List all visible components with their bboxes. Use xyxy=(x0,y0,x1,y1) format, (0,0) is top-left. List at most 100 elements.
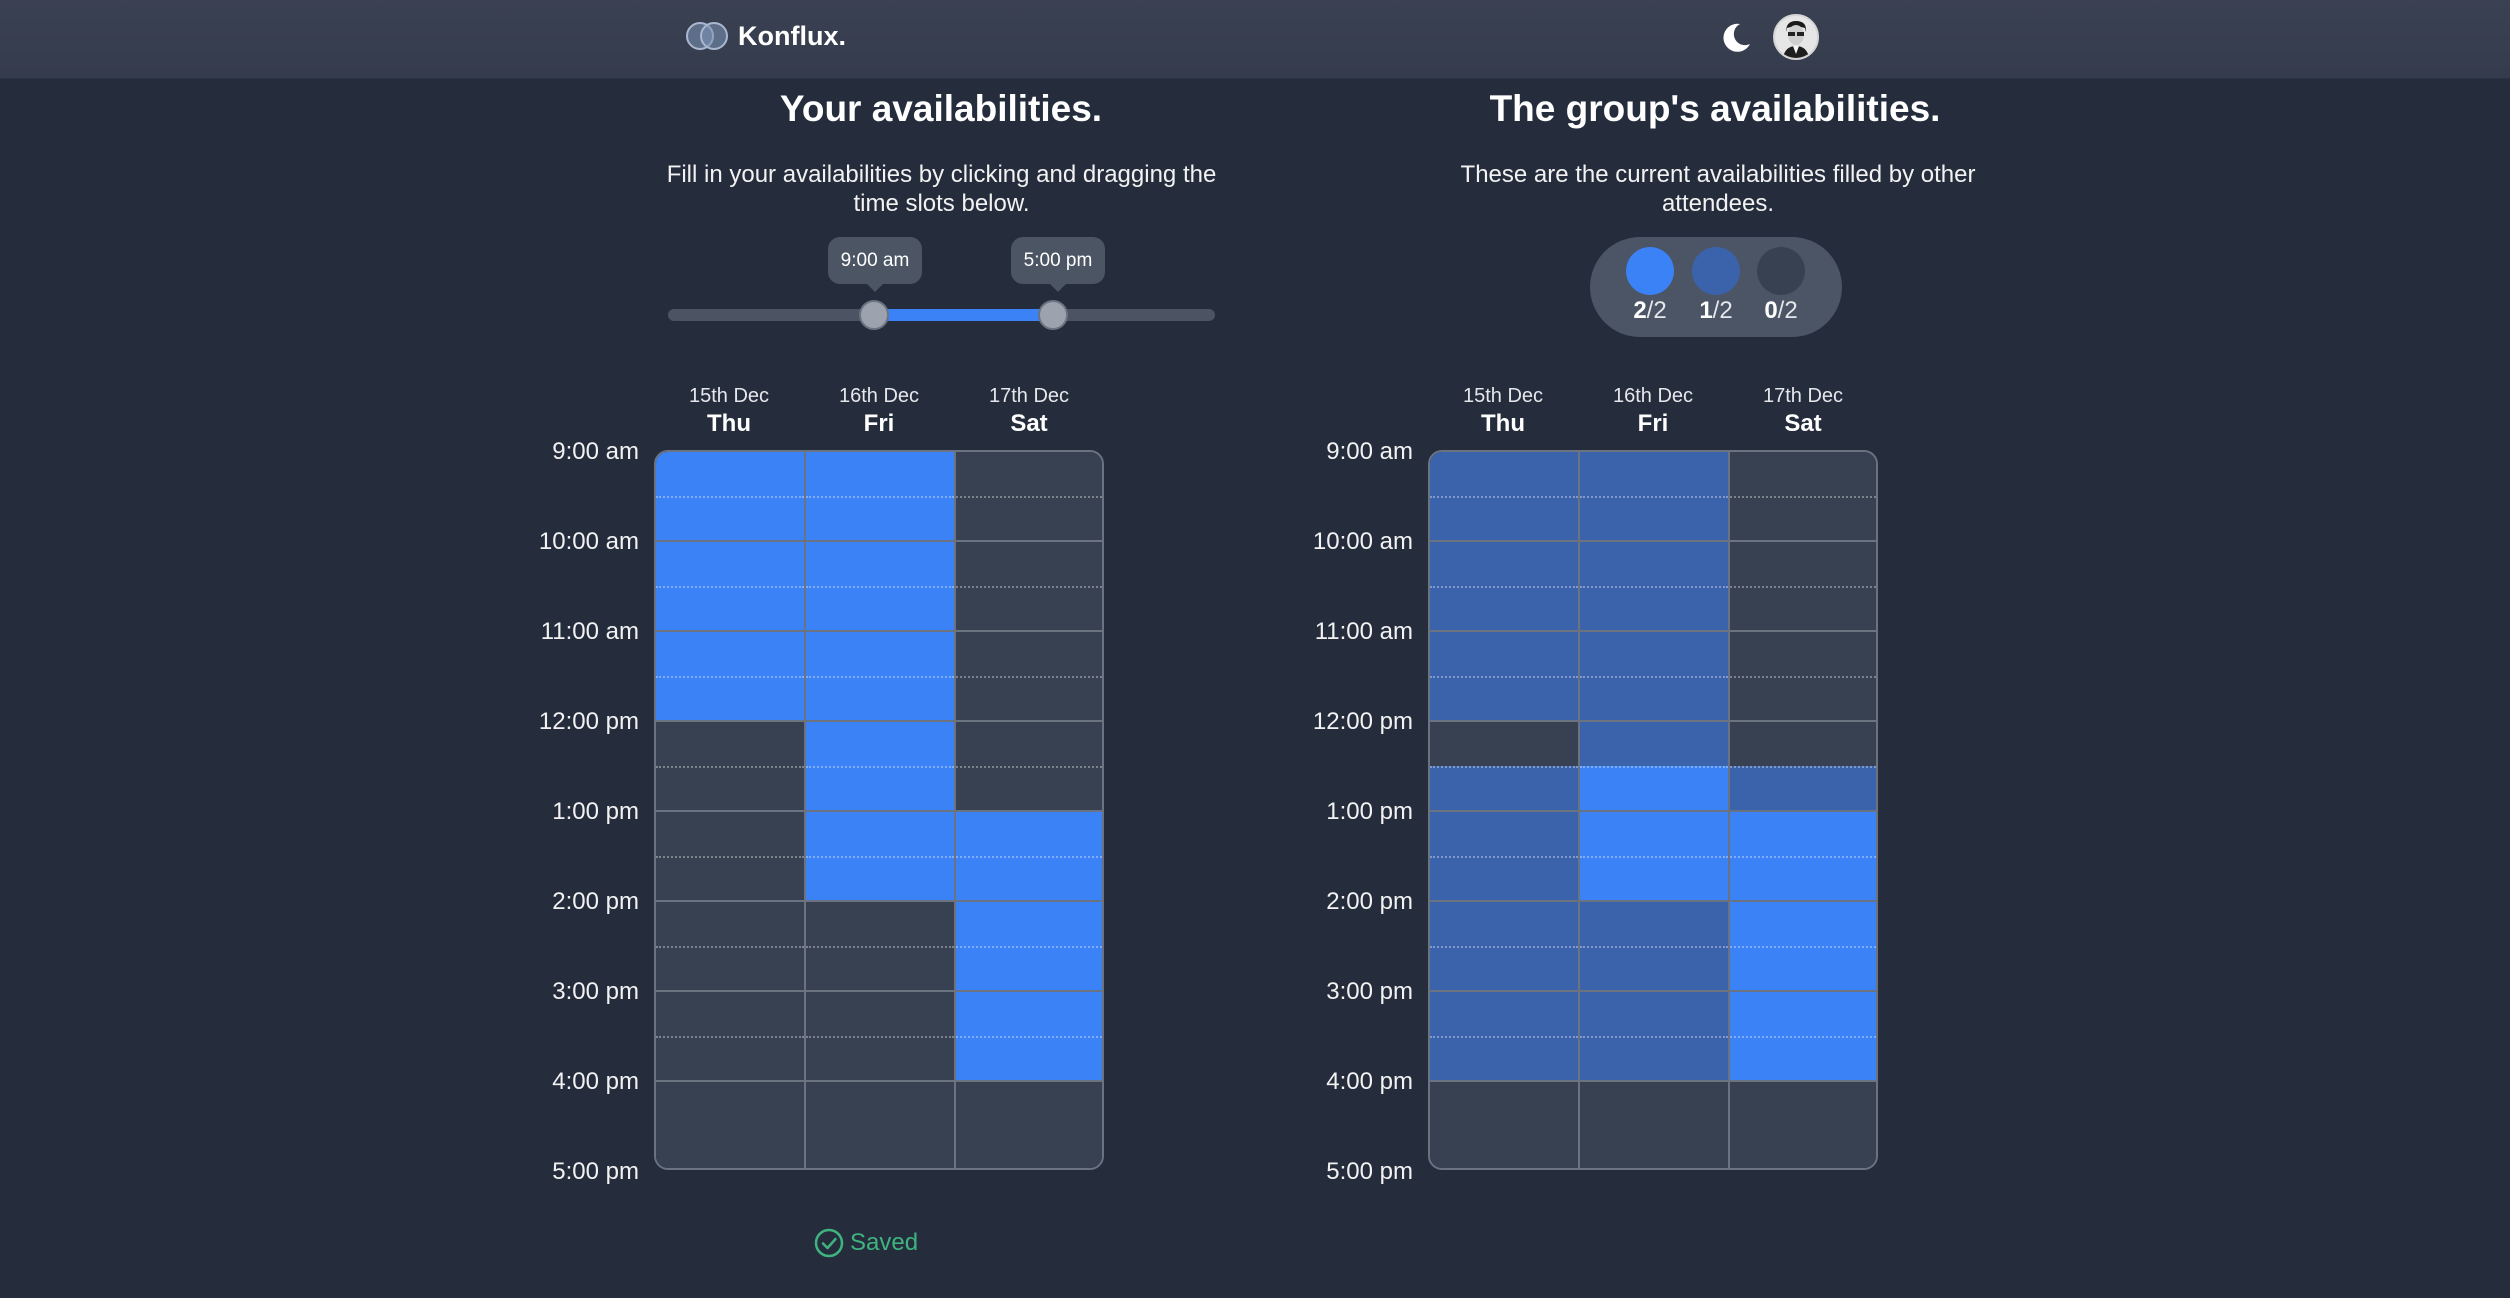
legend-label: 0/2 xyxy=(1764,297,1798,324)
slider-start-handle[interactable] xyxy=(859,300,889,330)
time-slot[interactable] xyxy=(956,1082,1102,1168)
dark-mode-toggle[interactable] xyxy=(1716,18,1756,58)
day-weekday: Sat xyxy=(1784,410,1822,437)
day-date: 15th Dec xyxy=(1462,385,1544,407)
legend-item-none: 0/2 xyxy=(1756,247,1806,325)
time-slot xyxy=(1730,992,1876,1082)
time-slot[interactable] xyxy=(956,812,1102,902)
time-label: 5:00 pm xyxy=(1326,1158,1413,1185)
time-slot[interactable] xyxy=(806,992,956,1082)
logo-icon xyxy=(686,22,728,50)
time-label: 3:00 pm xyxy=(552,978,639,1005)
time-slot[interactable] xyxy=(956,992,1102,1082)
grid-column-thu xyxy=(1430,452,1580,1168)
check-circle-icon xyxy=(814,1228,844,1258)
time-slot[interactable] xyxy=(956,632,1102,722)
group-availabilities-description: These are the current availabilities fil… xyxy=(1460,161,1976,217)
time-slot[interactable] xyxy=(806,1082,956,1168)
day-header-sat: 17th Dec Sat xyxy=(954,385,1104,438)
your-availabilities-title: Your availabilities. xyxy=(779,88,1103,129)
time-slot xyxy=(1730,632,1876,722)
day-date: 17th Dec xyxy=(1762,385,1844,407)
day-date: 16th Dec xyxy=(1612,385,1694,407)
moon-icon xyxy=(1723,23,1750,52)
time-label: 5:00 pm xyxy=(552,1158,639,1185)
time-slot xyxy=(1580,632,1730,722)
brand-logo[interactable]: Konflux. xyxy=(684,20,846,52)
time-slot[interactable] xyxy=(806,722,956,812)
time-label: 9:00 am xyxy=(552,438,639,465)
day-header-thu: 15th Dec Thu xyxy=(654,385,804,438)
time-range-slider[interactable] xyxy=(668,300,1215,330)
group-availability-grid xyxy=(1428,450,1878,1170)
user-avatar[interactable] xyxy=(1773,14,1819,60)
time-slot[interactable] xyxy=(656,632,806,722)
time-slot xyxy=(1430,722,1580,812)
time-slot[interactable] xyxy=(656,812,806,902)
time-label: 1:00 pm xyxy=(1326,798,1413,825)
time-slot[interactable] xyxy=(656,452,806,542)
your-availability-grid[interactable] xyxy=(654,450,1104,1170)
slider-end-handle[interactable] xyxy=(1038,300,1068,330)
time-label: 10:00 am xyxy=(1312,528,1413,555)
time-slot[interactable] xyxy=(656,1082,806,1168)
time-slot[interactable] xyxy=(656,902,806,992)
time-label: 3:00 pm xyxy=(1326,978,1413,1005)
time-slot[interactable] xyxy=(656,992,806,1082)
legend-swatch xyxy=(1692,247,1740,295)
day-weekday: Thu xyxy=(1481,410,1525,437)
grid-column-fri xyxy=(806,452,956,1168)
legend-label: 1/2 xyxy=(1699,297,1733,324)
time-label: 2:00 pm xyxy=(552,888,639,915)
time-slot[interactable] xyxy=(956,722,1102,812)
time-label: 4:00 pm xyxy=(1326,1068,1413,1095)
time-slot[interactable] xyxy=(656,542,806,632)
time-slot[interactable] xyxy=(956,902,1102,992)
time-slot[interactable] xyxy=(956,452,1102,542)
saved-label: Saved xyxy=(850,1229,919,1256)
legend-label: 2/2 xyxy=(1633,297,1667,324)
day-weekday: Fri xyxy=(1637,410,1669,437)
time-slot xyxy=(1580,1082,1730,1168)
time-slot[interactable] xyxy=(806,632,956,722)
legend-item-full: 2/2 xyxy=(1625,247,1675,325)
time-slot[interactable] xyxy=(806,542,956,632)
time-label: 1:00 pm xyxy=(552,798,639,825)
time-slot xyxy=(1730,452,1876,542)
time-slot xyxy=(1580,992,1730,1082)
avatar-image xyxy=(1775,16,1817,58)
brand-name: Konflux. xyxy=(738,20,846,51)
grid-column-sat xyxy=(956,452,1102,1168)
top-navbar: Konflux. xyxy=(0,0,2510,79)
time-slot xyxy=(1580,452,1730,542)
time-label: 10:00 am xyxy=(538,528,639,555)
availability-legend: 2/2 1/2 0/2 xyxy=(1590,237,1842,337)
time-slot[interactable] xyxy=(806,902,956,992)
day-date: 15th Dec xyxy=(688,385,770,407)
time-slot xyxy=(1580,902,1730,992)
legend-swatch xyxy=(1626,247,1674,295)
time-slot xyxy=(1730,812,1876,902)
time-slot xyxy=(1430,1082,1580,1168)
grid-column-thu xyxy=(656,452,806,1168)
time-slot[interactable] xyxy=(956,542,1102,632)
day-header-sat: 17th Dec Sat xyxy=(1728,385,1878,438)
time-slot[interactable] xyxy=(806,452,956,542)
time-slot xyxy=(1430,992,1580,1082)
day-header-fri: 16th Dec Fri xyxy=(804,385,954,438)
time-slot xyxy=(1430,812,1580,902)
time-slot xyxy=(1730,1082,1876,1168)
time-slot xyxy=(1430,632,1580,722)
time-label: 2:00 pm xyxy=(1326,888,1413,915)
day-header-fri: 16th Dec Fri xyxy=(1578,385,1728,438)
slider-start-tooltip: 9:00 am xyxy=(828,237,922,292)
time-label: 9:00 am xyxy=(1326,438,1413,465)
time-slot[interactable] xyxy=(656,722,806,812)
your-availabilities-description: Fill in your availabilities by clicking … xyxy=(666,161,1217,217)
time-label: 12:00 pm xyxy=(538,708,639,735)
time-slot xyxy=(1580,812,1730,902)
slider-selected-range xyxy=(874,309,1052,321)
group-availabilities-title: The group's availabilities. xyxy=(1489,88,1941,129)
legend-swatch xyxy=(1757,247,1805,295)
time-slot[interactable] xyxy=(806,812,956,902)
